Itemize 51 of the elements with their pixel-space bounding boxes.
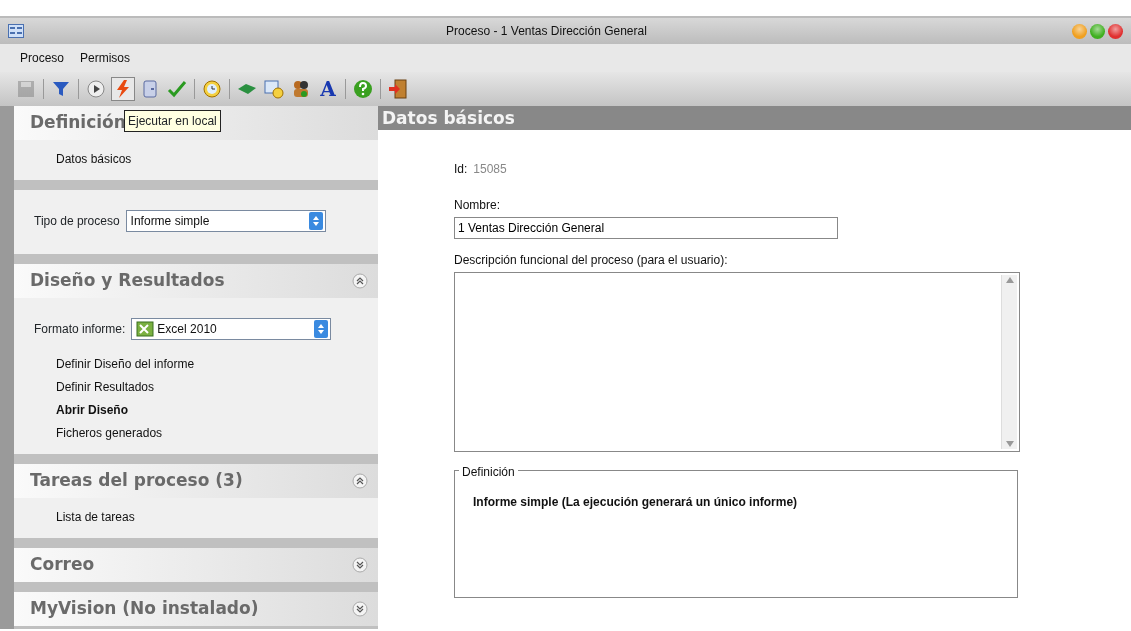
menu-item[interactable]: Permisos: [80, 49, 131, 67]
menu-item[interactable]: Proceso: [20, 49, 65, 67]
sidebar-link[interactable]: Datos básicos: [34, 150, 132, 168]
door-icon: [140, 79, 160, 99]
expand-icon[interactable]: [352, 557, 368, 573]
section-header[interactable]: Diseño y Resultados: [14, 264, 378, 298]
select-label: Tipo de proceso: [34, 213, 120, 230]
sidebar-link[interactable]: Definir Resultados: [34, 378, 155, 396]
toolbar-button[interactable]: A: [316, 77, 340, 101]
people-icon: [291, 79, 311, 99]
window-app-icon: [8, 24, 24, 38]
window-control-button[interactable]: [1090, 23, 1105, 39]
tooltip: Ejecutar en local: [124, 110, 221, 132]
description-field[interactable]: [454, 272, 1020, 452]
collapse-icon[interactable]: [352, 473, 368, 489]
sidebar-link[interactable]: Definir Diseño del informe: [34, 355, 195, 373]
spreadsheet-icon: [136, 321, 155, 337]
section-header[interactable]: Tareas del proceso (3): [14, 464, 378, 498]
sidebar-link[interactable]: Abrir Diseño: [34, 401, 128, 419]
window-control-button[interactable]: [1108, 23, 1123, 39]
expand-icon[interactable]: [352, 601, 368, 617]
play-icon: [86, 79, 106, 99]
window-title: Proceso - 1 Ventas Dirección General: [445, 23, 648, 40]
sidebar-link[interactable]: Lista de tareas: [34, 508, 135, 526]
clock-icon: [202, 79, 222, 99]
exit-icon: [388, 79, 408, 99]
calendar-clock-icon: [264, 79, 284, 99]
name-label: Nombre:: [454, 197, 501, 214]
id-label: Id:: [454, 162, 468, 176]
dropdown[interactable]: Informe simple: [125, 210, 326, 232]
spinner-icon: [314, 320, 329, 338]
id-value: 15085: [473, 162, 507, 176]
spinner-icon: [308, 212, 323, 230]
filter-icon: [51, 79, 71, 99]
save-icon: [16, 79, 36, 99]
select-label: Formato informe:: [34, 321, 126, 338]
dropdown[interactable]: Excel 2010: [131, 318, 332, 340]
name-field[interactable]: 1 Ventas Dirección General: [454, 217, 838, 239]
description-label: Descripción funcional del proceso (para el usuario):: [454, 252, 729, 269]
toolbar-button[interactable]: [84, 77, 108, 101]
definition-text: Informe simple (La ejecución generará un único informe): [473, 494, 799, 511]
help-icon: [353, 79, 373, 99]
sidebar-link[interactable]: Ficheros generados: [34, 424, 163, 442]
scroll-up-icon[interactable]: [1004, 275, 1015, 285]
check-icon: [167, 79, 187, 99]
section-title: Datos básicos: [378, 106, 1131, 130]
scrollbar[interactable]: [1001, 275, 1017, 449]
collapse-icon[interactable]: [352, 273, 368, 289]
section-header[interactable]: Correo: [14, 548, 378, 582]
section-header[interactable]: MyVision (No instalado): [14, 592, 378, 626]
scroll-down-icon[interactable]: [1004, 439, 1015, 449]
